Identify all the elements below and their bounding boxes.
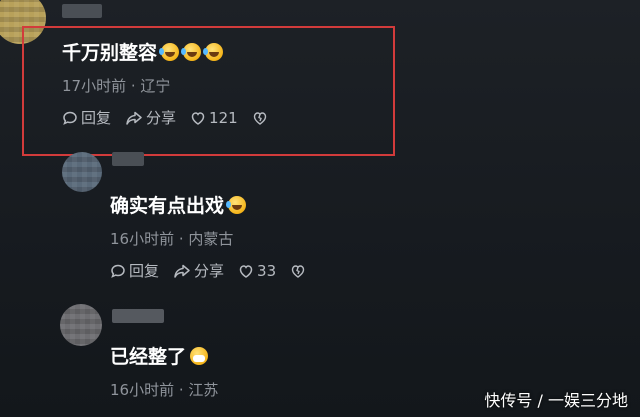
comment-item: 已经整了 16小时前 · 江苏 <box>110 342 218 400</box>
dislike-button[interactable] <box>290 263 306 279</box>
comment-text: 已经整了 <box>110 342 218 369</box>
comment-actions: 回复 分享 33 <box>110 260 306 281</box>
like-count: 33 <box>257 261 277 280</box>
laugh-cry-emoji-icon <box>226 195 247 214</box>
like-button[interactable]: 33 <box>238 262 276 280</box>
share-button[interactable]: 分享 <box>173 260 224 281</box>
reply-label: 回复 <box>129 262 160 280</box>
comment-meta: 16小时前 · 江苏 <box>110 381 219 399</box>
reply-bubble-icon <box>111 264 125 278</box>
comment-text: 确实有点出戏 <box>110 191 306 218</box>
heart-icon <box>239 264 253 278</box>
reply-button[interactable]: 回复 <box>110 260 159 281</box>
mask-emoji-icon <box>190 346 209 365</box>
share-arrow-icon <box>174 264 190 278</box>
share-label: 分享 <box>194 262 225 280</box>
comment-meta: 16小时前 · 内蒙古 <box>110 230 234 248</box>
comment-item: 确实有点出戏 16小时前 · 内蒙古 回复 分享 33 <box>110 191 306 281</box>
broken-heart-icon <box>291 264 305 278</box>
comment-text-content: 确实有点出戏 <box>110 195 225 217</box>
username-blurred[interactable] <box>62 4 102 18</box>
comment-text-content: 已经整了 <box>110 346 187 368</box>
username-blurred[interactable] <box>112 152 144 166</box>
avatar[interactable] <box>60 304 102 346</box>
watermark: 快传号 / 一娱三分地 <box>484 391 628 410</box>
username-blurred[interactable] <box>112 309 164 323</box>
avatar[interactable] <box>62 152 102 192</box>
highlight-box <box>22 26 395 156</box>
